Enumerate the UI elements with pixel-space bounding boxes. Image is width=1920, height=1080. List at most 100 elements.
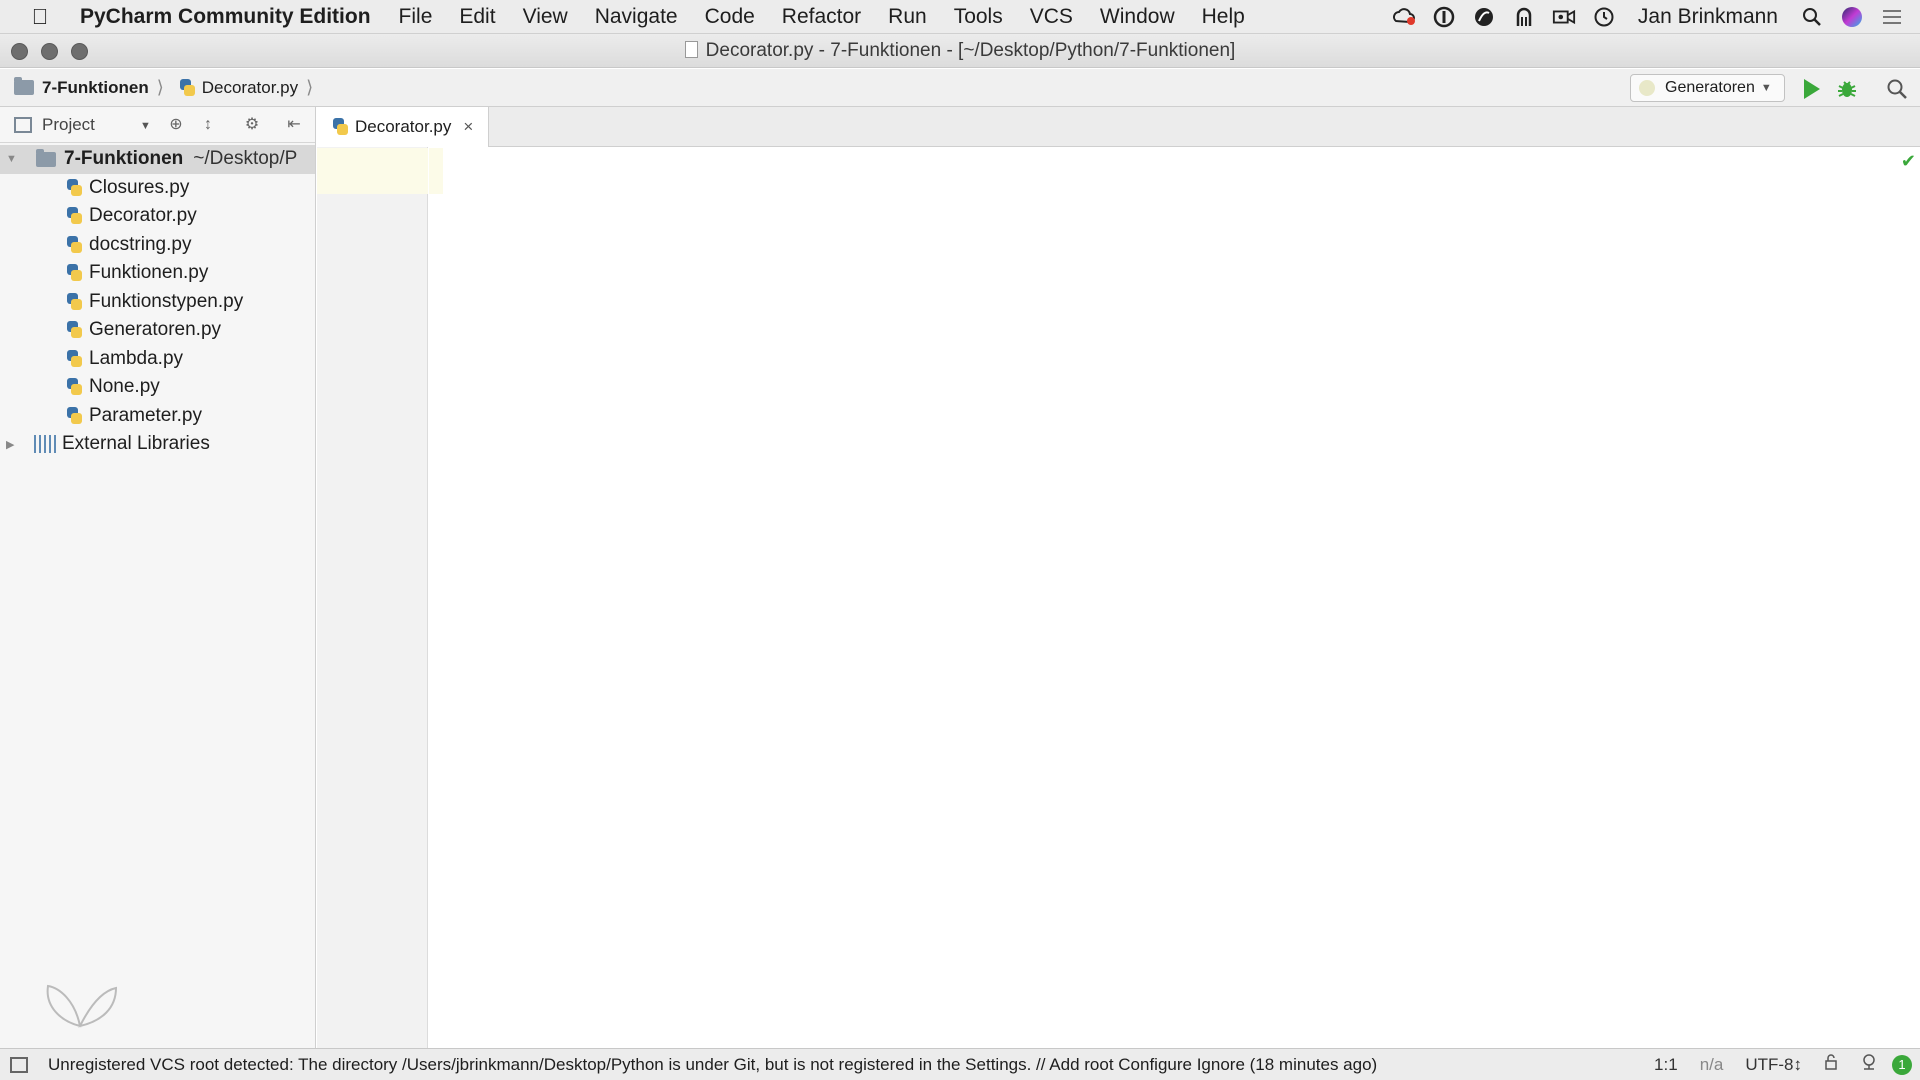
butterfly-watermark-icon	[40, 966, 120, 1036]
time-machine-icon[interactable]	[1592, 5, 1616, 29]
debug-button[interactable]	[1836, 78, 1858, 100]
line-separator-status: n/a	[1699, 1054, 1724, 1074]
menu-file[interactable]: File	[399, 5, 433, 29]
spotlight-search-icon[interactable]	[1800, 5, 1824, 29]
caret-row-highlight	[429, 148, 443, 194]
window-title-bar: Decorator.py - 7-Funktionen - [~/Desktop…	[0, 34, 1920, 68]
chevron-right-icon: ⟩	[306, 77, 314, 97]
read-only-lock-icon[interactable]	[1824, 1054, 1838, 1075]
collapse-all-icon[interactable]: ↕	[198, 115, 218, 135]
menu-vcs[interactable]: VCS	[1030, 5, 1073, 29]
tree-root-folder[interactable]: ▼ 7-Funktionen ~/Desktop/P	[0, 145, 315, 174]
python-file-icon	[178, 78, 196, 97]
event-log-badge[interactable]: 1	[1892, 1054, 1912, 1075]
chevron-right-icon: ⟩	[156, 77, 164, 97]
menu-tools[interactable]: Tools	[954, 5, 1003, 29]
window-title-text: Decorator.py - 7-Funktionen - [~/Desktop…	[705, 40, 1236, 61]
inspector-icon[interactable]	[1860, 1053, 1878, 1076]
folder-icon	[36, 148, 56, 167]
menu-refactor[interactable]: Refactor	[782, 5, 861, 29]
chevron-down-icon: ▼	[1760, 82, 1772, 94]
file-name: Decorator.py	[89, 205, 197, 227]
tree-file-item[interactable]: Funktionstypen.py	[0, 288, 315, 317]
python-file-icon	[65, 349, 83, 368]
file-name: Funktionen.py	[89, 262, 209, 284]
python-file-icon	[331, 118, 349, 136]
run-configuration-label: Generatoren	[1665, 79, 1755, 96]
user-name[interactable]: Jan Brinkmann	[1638, 5, 1778, 29]
tab-decorator-py[interactable]: Decorator.py ×	[317, 107, 489, 147]
menu-help[interactable]: Help	[1202, 5, 1245, 29]
menu-navigate[interactable]: Navigate	[595, 5, 678, 29]
editor-tab-bar: Decorator.py ×	[317, 107, 1920, 147]
tree-file-item[interactable]: Decorator.py	[0, 202, 315, 231]
tree-file-item[interactable]: None.py	[0, 373, 315, 402]
run-configuration-select[interactable]: Generatoren ▼	[1630, 74, 1785, 102]
tree-file-item[interactable]: Closures.py	[0, 174, 315, 203]
folder-icon	[14, 77, 34, 95]
hide-panel-icon[interactable]: ⇤	[284, 115, 304, 135]
file-name: Funktionstypen.py	[89, 290, 244, 312]
project-view-icon	[14, 116, 32, 133]
python-file-icon	[65, 264, 83, 282]
library-icon	[34, 435, 56, 454]
tree-file-item[interactable]: docstring.py	[0, 231, 315, 260]
breadcrumb-file-label: Decorator.py	[201, 77, 299, 97]
macos-menu-bar:  PyCharm Community Edition File Edit Vi…	[0, 0, 1920, 34]
close-tab-icon[interactable]: ×	[463, 117, 473, 137]
file-name: Lambda.py	[89, 347, 184, 369]
tree-external-libraries[interactable]: ▶ External Libraries	[0, 430, 315, 459]
gear-icon[interactable]: ⚙	[242, 115, 262, 135]
fuse-icon[interactable]	[1512, 5, 1536, 29]
screen-recorder-icon[interactable]	[1552, 5, 1576, 29]
python-file-icon	[65, 235, 83, 254]
status-bar: Unregistered VCS root detected: The dire…	[0, 1048, 1920, 1080]
file-name: Generatoren.py	[89, 319, 222, 341]
tree-file-item[interactable]: Lambda.py	[0, 345, 315, 374]
scrivener-icon[interactable]	[1472, 5, 1496, 29]
menu-window[interactable]: Window	[1100, 5, 1175, 29]
creative-cloud-icon[interactable]	[1392, 5, 1416, 29]
tree-file-item[interactable]: Parameter.py	[0, 402, 315, 431]
notification-center-icon[interactable]	[1880, 5, 1904, 29]
tool-windows-toggle-icon[interactable]	[10, 1056, 28, 1073]
file-name: Parameter.py	[89, 404, 202, 426]
project-toolbar: Project ▼ ⊕ ↕ ⚙ ⇤	[0, 107, 315, 143]
breadcrumb-file[interactable]: Decorator.py ⟩	[164, 69, 313, 107]
caret-position[interactable]: 1:1	[1654, 1055, 1678, 1075]
code-editor[interactable]: ✔	[429, 147, 1920, 1048]
file-encoding[interactable]: UTF-8↕	[1745, 1055, 1802, 1075]
chevron-down-icon[interactable]: ▼	[140, 120, 151, 132]
python-file-icon	[65, 321, 83, 339]
python-file-icon	[65, 406, 83, 425]
file-icon	[684, 41, 698, 58]
tree-file-item[interactable]: Funktionen.py	[0, 259, 315, 288]
file-name: Closures.py	[89, 176, 190, 198]
expanded-arrow-icon[interactable]: ▼	[6, 153, 17, 165]
breadcrumb-project[interactable]: 7-Funktionen ⟩	[0, 69, 164, 107]
project-view-select[interactable]: Project	[42, 115, 95, 135]
caret-row-highlight	[317, 148, 428, 194]
1password-icon[interactable]	[1432, 5, 1456, 29]
menu-run[interactable]: Run	[888, 5, 927, 29]
siri-icon[interactable]	[1840, 5, 1864, 29]
locate-file-icon[interactable]: ⊕	[166, 115, 186, 135]
tree-file-item[interactable]: Generatoren.py	[0, 316, 315, 345]
project-tree: ▼ 7-Funktionen ~/Desktop/P Closures.py D…	[0, 143, 315, 459]
search-everywhere-icon[interactable]	[1886, 78, 1908, 100]
project-tool-window: Project ▼ ⊕ ↕ ⚙ ⇤ ▼ 7-Funktionen ~/Deskt…	[0, 107, 316, 1048]
inspection-ok-icon[interactable]: ✔	[1901, 151, 1916, 172]
menu-view[interactable]: View	[523, 5, 568, 29]
vcs-notification-message[interactable]: Unregistered VCS root detected: The dire…	[48, 1055, 1377, 1075]
collapsed-arrow-icon[interactable]: ▶	[6, 438, 14, 451]
python-file-icon	[65, 178, 83, 197]
external-libraries-label: External Libraries	[62, 433, 210, 455]
menu-code[interactable]: Code	[705, 5, 755, 29]
run-button[interactable]	[1804, 79, 1820, 99]
app-menu-pycharm[interactable]: PyCharm Community Edition	[80, 5, 371, 29]
python-file-icon	[65, 207, 83, 225]
editor-gutter[interactable]	[317, 147, 428, 1048]
python-file-icon	[65, 378, 83, 396]
apple-logo-icon[interactable]: 	[0, 4, 80, 30]
menu-edit[interactable]: Edit	[459, 5, 495, 29]
